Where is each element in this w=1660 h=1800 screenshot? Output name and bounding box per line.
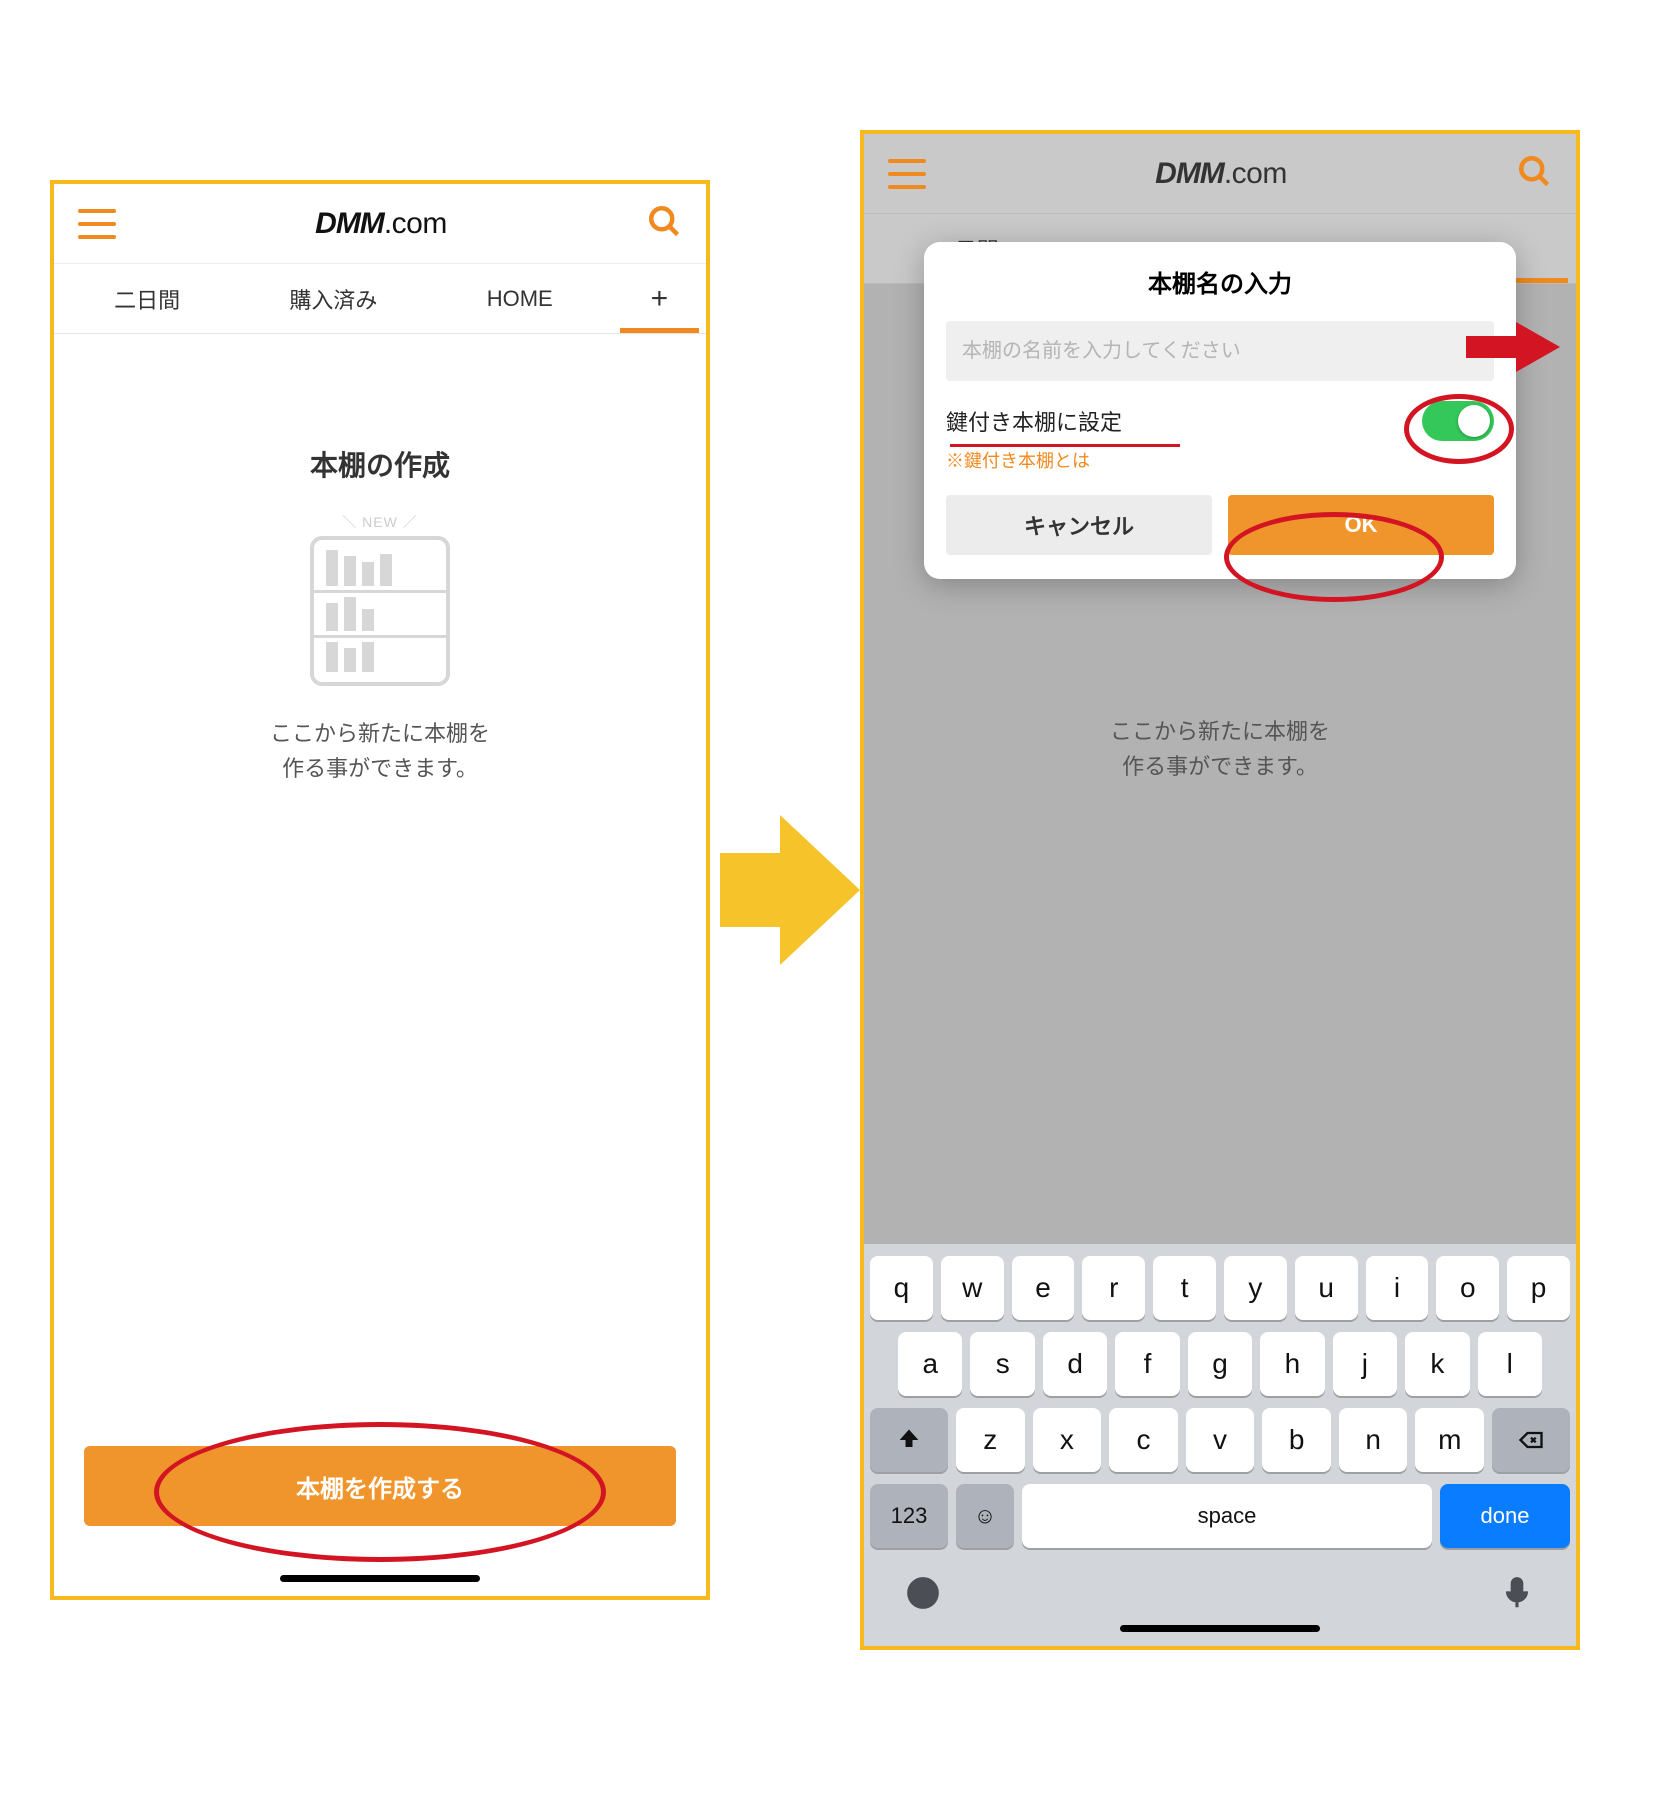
empty-state: 本棚の作成 ＼ NEW ／ ここから新たに本棚を 作る事ができます。 — [54, 334, 706, 786]
key-c[interactable]: c — [1109, 1408, 1178, 1472]
annotation-arrow-input — [1466, 322, 1566, 372]
bookshelf-icon: ＼ NEW ／ — [310, 512, 450, 686]
create-bookshelf-button[interactable]: 本棚を作成する — [84, 1446, 676, 1526]
keyboard-row: zxcvbnm — [870, 1408, 1570, 1472]
home-indicator[interactable] — [1120, 1625, 1320, 1632]
step-arrow-icon — [720, 815, 850, 965]
search-icon[interactable] — [1516, 153, 1552, 194]
phone-right: DMM.com 二日間 ここから新たに本棚を 作る事ができます。 本棚名の入力 … — [860, 130, 1580, 1650]
key-w[interactable]: w — [941, 1256, 1004, 1320]
phone-left: DMM.com 二日間 購入済み HOME + 本棚の作成 ＼ NEW ／ — [50, 180, 710, 1600]
lock-bookshelf-label: 鍵付き本棚に設定 — [946, 405, 1122, 437]
emoji-key[interactable]: ☺ — [956, 1484, 1014, 1548]
key-n[interactable]: n — [1339, 1408, 1408, 1472]
annotation-underline-lock — [950, 444, 1180, 447]
home-indicator[interactable] — [280, 1575, 480, 1582]
menu-icon[interactable] — [888, 159, 926, 189]
tab-purchased[interactable]: 購入済み — [240, 264, 426, 333]
search-icon[interactable] — [646, 203, 682, 244]
key-j[interactable]: j — [1333, 1332, 1397, 1396]
app-header: DMM.com — [864, 134, 1576, 214]
key-z[interactable]: z — [956, 1408, 1025, 1472]
dialog-title: 本棚名の入力 — [946, 264, 1494, 299]
key-p[interactable]: p — [1507, 1256, 1570, 1320]
key-g[interactable]: g — [1188, 1332, 1252, 1396]
numbers-key[interactable]: 123 — [870, 1484, 948, 1548]
key-a[interactable]: a — [898, 1332, 962, 1396]
key-k[interactable]: k — [1405, 1332, 1469, 1396]
app-logo: DMM.com — [1155, 157, 1287, 191]
lock-bookshelf-toggle[interactable] — [1422, 401, 1494, 441]
key-s[interactable]: s — [970, 1332, 1034, 1396]
key-u[interactable]: u — [1295, 1256, 1358, 1320]
key-m[interactable]: m — [1415, 1408, 1484, 1472]
key-o[interactable]: o — [1436, 1256, 1499, 1320]
globe-icon[interactable] — [904, 1574, 942, 1617]
key-r[interactable]: r — [1082, 1256, 1145, 1320]
key-t[interactable]: t — [1153, 1256, 1216, 1320]
ok-button[interactable]: OK — [1228, 495, 1494, 555]
key-v[interactable]: v — [1186, 1408, 1255, 1472]
empty-state-text: ここから新たに本棚を 作る事ができます。 — [54, 716, 706, 786]
backspace-key[interactable] — [1492, 1408, 1570, 1472]
key-f[interactable]: f — [1115, 1332, 1179, 1396]
keyboard-row: qwertyuiop — [870, 1256, 1570, 1320]
app-header: DMM.com — [54, 184, 706, 264]
bookshelf-name-input[interactable] — [946, 321, 1494, 381]
key-i[interactable]: i — [1366, 1256, 1429, 1320]
key-x[interactable]: x — [1033, 1408, 1102, 1472]
key-y[interactable]: y — [1224, 1256, 1287, 1320]
space-key[interactable]: space — [1022, 1484, 1432, 1548]
app-logo: DMM.com — [315, 207, 447, 241]
key-q[interactable]: q — [870, 1256, 933, 1320]
cancel-button[interactable]: キャンセル — [946, 495, 1212, 555]
shift-key[interactable] — [870, 1408, 948, 1472]
page-title: 本棚の作成 — [54, 444, 706, 484]
tab-add[interactable]: + — [613, 264, 706, 333]
done-key[interactable]: done — [1440, 1484, 1570, 1548]
tab-two-days[interactable]: 二日間 — [54, 264, 240, 333]
key-d[interactable]: d — [1043, 1332, 1107, 1396]
keyboard-row: asdfghjkl — [870, 1332, 1570, 1396]
tab-bar: 二日間 購入済み HOME + — [54, 264, 706, 334]
tab-home[interactable]: HOME — [427, 264, 613, 333]
mic-icon[interactable] — [1498, 1574, 1536, 1617]
key-l[interactable]: l — [1478, 1332, 1542, 1396]
lock-bookshelf-note-link[interactable]: ※鍵付き本棚とは — [946, 447, 1494, 473]
key-b[interactable]: b — [1262, 1408, 1331, 1472]
key-e[interactable]: e — [1012, 1256, 1075, 1320]
keyboard-row: 123 ☺ space done — [870, 1484, 1570, 1548]
create-bookshelf-dialog: 本棚名の入力 鍵付き本棚に設定 ※鍵付き本棚とは キャンセル OK — [924, 242, 1516, 579]
new-badge: ＼ NEW ／ — [310, 512, 450, 532]
ios-keyboard: qwertyuiop asdfghjkl zxcvbnm 123 ☺ space… — [864, 1244, 1576, 1646]
key-h[interactable]: h — [1260, 1332, 1324, 1396]
menu-icon[interactable] — [78, 209, 116, 239]
